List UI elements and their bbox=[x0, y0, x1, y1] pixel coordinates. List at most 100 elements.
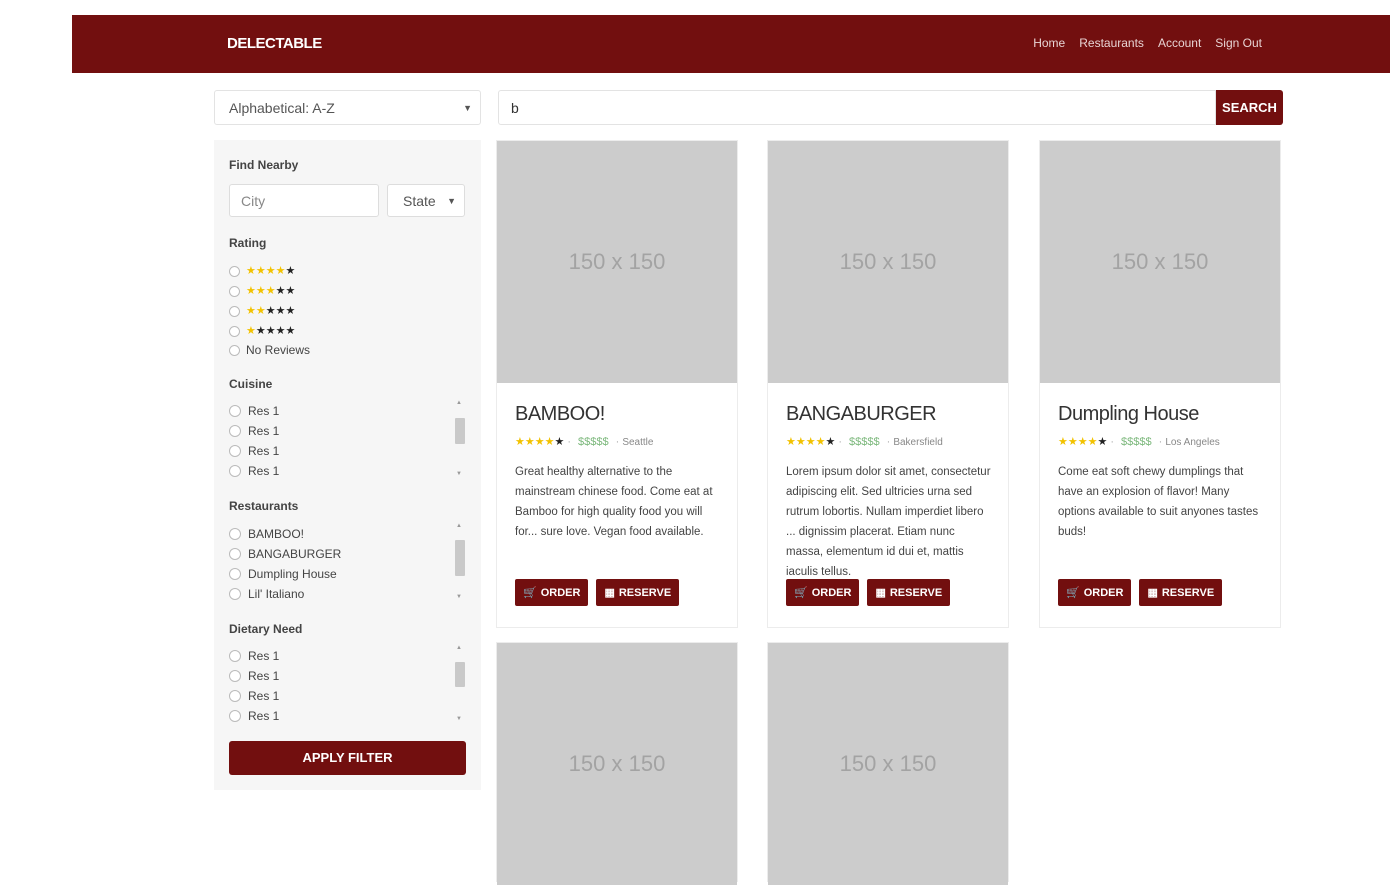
nav-link-restaurants[interactable]: Restaurants bbox=[1079, 36, 1144, 50]
rating-option[interactable]: ★ ★ ★ ★ ★ bbox=[229, 322, 295, 340]
radio-button[interactable] bbox=[229, 265, 240, 277]
list-item[interactable]: Lil' Italiano bbox=[229, 584, 466, 604]
card-body: BANGABURGER ★ ★ ★ ★ ★ · $$$$$ · Bakersfield Lorem … bbox=[768, 383, 1008, 627]
checkbox[interactable] bbox=[229, 445, 241, 457]
search-input[interactable]: b bbox=[498, 90, 1216, 125]
restaurant-name[interactable]: BANGABURGER bbox=[786, 403, 937, 426]
order-button[interactable]: 🛒 ORDER bbox=[786, 579, 860, 606]
list-item[interactable]: Res 1 bbox=[229, 666, 466, 686]
checkbox[interactable] bbox=[229, 650, 241, 662]
checkbox[interactable] bbox=[229, 588, 241, 600]
star-empty-icon: ★ bbox=[275, 304, 286, 317]
order-button[interactable]: 🛒 ORDER bbox=[1058, 579, 1132, 606]
scrollbar[interactable]: ▲ ▼ bbox=[454, 400, 466, 477]
rating-label: Rating bbox=[229, 236, 267, 250]
restaurant-image[interactable]: 150 x 150 bbox=[768, 141, 1008, 383]
list-item[interactable]: BAMBOO! bbox=[229, 524, 466, 544]
star-filled-icon: ★ bbox=[255, 304, 266, 317]
nav-link-sign-out[interactable]: Sign Out bbox=[1215, 36, 1262, 50]
card-actions: 🛒 ORDER ▦ RESERVE bbox=[1058, 579, 1223, 606]
list-item[interactable]: Res 1 bbox=[229, 706, 466, 726]
list-item-label: Res 1 bbox=[248, 444, 280, 458]
sort-select[interactable]: Alphabetical: A-Z ▼ bbox=[214, 90, 481, 125]
apply-filter-button[interactable]: APPLY FILTER bbox=[229, 741, 466, 775]
rating-option[interactable]: ★ ★ ★ ★ ★ bbox=[229, 262, 295, 280]
order-button[interactable]: 🛒 ORDER bbox=[515, 579, 589, 606]
scroll-up-icon[interactable]: ▲ bbox=[456, 523, 462, 529]
checkbox[interactable] bbox=[229, 528, 241, 540]
radio-button[interactable] bbox=[229, 325, 240, 337]
state-select[interactable]: State ▼ bbox=[387, 184, 465, 217]
brand-logo[interactable]: DELECTABLE bbox=[227, 35, 322, 52]
list-item[interactable]: BANGABURGER bbox=[229, 544, 466, 564]
nav-link-home[interactable]: Home bbox=[1033, 36, 1065, 50]
dietary-need-label: Dietary Need bbox=[229, 622, 303, 636]
checkbox[interactable] bbox=[229, 568, 241, 580]
restaurant-name[interactable]: Dumpling House bbox=[1058, 403, 1199, 426]
star-filled-icon: ★ bbox=[246, 304, 256, 317]
list-item-label: Res 1 bbox=[248, 669, 280, 683]
rating-option-no-reviews[interactable]: No Reviews bbox=[229, 341, 310, 359]
restaurant-city: Seattle bbox=[622, 436, 654, 448]
star-filled-icon: ★ bbox=[1077, 435, 1088, 448]
nav-link-account[interactable]: Account bbox=[1158, 36, 1201, 50]
checkbox[interactable] bbox=[229, 690, 241, 702]
list-item-label: Lil' Italiano bbox=[248, 587, 305, 601]
checkbox[interactable] bbox=[229, 465, 241, 477]
list-item[interactable]: Res 1 bbox=[229, 421, 466, 441]
star-filled-icon: ★ bbox=[246, 264, 256, 277]
restaurant-image[interactable]: 150 x 150 bbox=[1040, 141, 1280, 383]
star-filled-icon: ★ bbox=[786, 435, 796, 448]
restaurants-list: BAMBOO! BANGABURGER Dumpling House Lil' Ita… bbox=[229, 523, 466, 601]
search-button[interactable]: SEARCH bbox=[1216, 90, 1283, 125]
checkbox[interactable] bbox=[229, 670, 241, 682]
list-item-label: Res 1 bbox=[248, 464, 280, 478]
cart-icon: 🛒 bbox=[523, 587, 537, 599]
list-item[interactable]: Res 1 bbox=[229, 646, 466, 666]
scrollbar-thumb[interactable] bbox=[455, 662, 465, 687]
star-empty-icon: ★ bbox=[285, 284, 296, 297]
scrollbar[interactable]: ▲ ▼ bbox=[454, 523, 466, 600]
star-filled-icon: ★ bbox=[524, 435, 535, 448]
checkbox[interactable] bbox=[229, 425, 241, 437]
star-empty-icon: ★ bbox=[285, 264, 296, 277]
radio-button[interactable] bbox=[229, 305, 240, 317]
reserve-label: RESERVE bbox=[889, 586, 943, 599]
radio-button[interactable] bbox=[229, 344, 240, 356]
reserve-button[interactable]: ▦ RESERVE bbox=[596, 579, 680, 606]
rating-option[interactable]: ★ ★ ★ ★ ★ bbox=[229, 302, 295, 320]
scroll-down-icon[interactable]: ▼ bbox=[456, 471, 462, 477]
restaurant-image[interactable]: 150 x 150 bbox=[497, 141, 737, 383]
list-item[interactable]: Res 1 bbox=[229, 441, 466, 461]
scroll-down-icon[interactable]: ▼ bbox=[456, 716, 462, 722]
scrollbar-thumb[interactable] bbox=[455, 418, 465, 444]
city-input[interactable]: City bbox=[229, 184, 379, 217]
scroll-down-icon[interactable]: ▼ bbox=[456, 594, 462, 600]
radio-button[interactable] bbox=[229, 285, 240, 297]
list-item[interactable]: Res 1 bbox=[229, 461, 466, 481]
checkbox[interactable] bbox=[229, 548, 241, 560]
list-item[interactable]: Res 1 bbox=[229, 401, 466, 421]
restaurant-image[interactable]: 150 x 150 bbox=[768, 643, 1008, 885]
scrollbar-thumb[interactable] bbox=[455, 540, 465, 576]
reserve-button[interactable]: ▦ RESERVE bbox=[867, 579, 951, 606]
nav-links: Home Restaurants Account Sign Out bbox=[1033, 36, 1262, 50]
scrollbar[interactable]: ▲ ▼ bbox=[454, 645, 466, 722]
scroll-up-icon[interactable]: ▲ bbox=[456, 645, 462, 651]
list-item[interactable]: Dumpling House bbox=[229, 564, 466, 584]
restaurant-meta: ★ ★ ★ ★ ★ · $$$$$ · Bakersfield bbox=[786, 436, 943, 448]
star-empty-icon: ★ bbox=[554, 435, 565, 448]
rating-option[interactable]: ★ ★ ★ ★ ★ bbox=[229, 282, 295, 300]
list-item[interactable]: Res 1 bbox=[229, 686, 466, 706]
restaurant-image[interactable]: 150 x 150 bbox=[497, 643, 737, 885]
star-empty-icon: ★ bbox=[1097, 435, 1108, 448]
scroll-up-icon[interactable]: ▲ bbox=[456, 400, 462, 406]
list-item-label: Res 1 bbox=[248, 649, 280, 663]
checkbox[interactable] bbox=[229, 710, 241, 722]
checkbox[interactable] bbox=[229, 405, 241, 417]
restaurant-name[interactable]: BAMBOO! bbox=[515, 403, 605, 426]
reserve-button[interactable]: ▦ RESERVE bbox=[1139, 579, 1223, 606]
separator: · bbox=[1158, 436, 1163, 448]
restaurant-card-image-only: 150 x 150 bbox=[767, 642, 1009, 885]
price-level: $$$$$ bbox=[578, 436, 609, 448]
